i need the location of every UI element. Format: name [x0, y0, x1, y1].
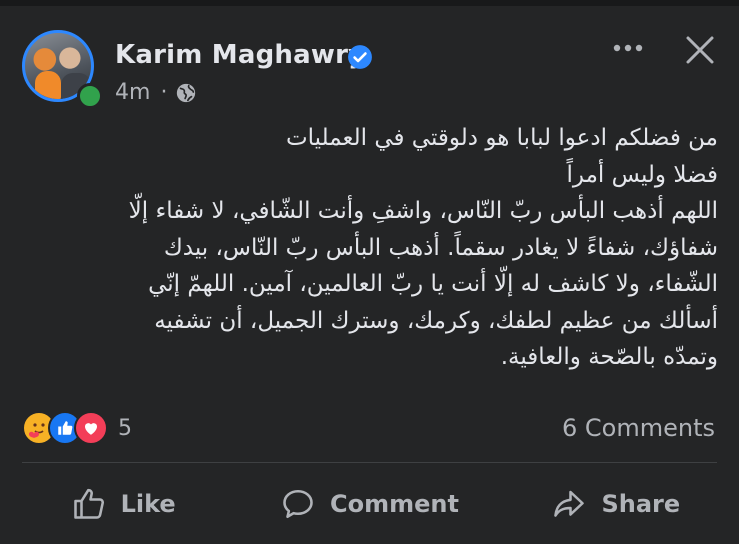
meta-separator: · [160, 80, 168, 105]
share-button[interactable]: Share [493, 478, 739, 530]
post-line: الشّفاء، ولا كاشف له إلّا أنت يا ربّ الع… [148, 271, 718, 297]
thumbs-up-icon [73, 488, 104, 519]
divider [22, 462, 717, 463]
post-line: شفاؤك، شفاءً لا يغادر سقماً. أذهب البأس … [163, 234, 718, 261]
like-button[interactable]: Like [0, 478, 246, 530]
author-name[interactable]: Karim Maghawry [115, 40, 365, 70]
globe-icon[interactable] [175, 82, 197, 104]
post-meta: 4m · [115, 80, 197, 105]
share-icon [554, 490, 585, 517]
comment-icon [283, 489, 313, 519]
love-icon [74, 411, 108, 445]
share-label: Share [601, 490, 681, 518]
avatar[interactable] [22, 30, 103, 109]
top-strip [0, 0, 739, 6]
post-line: من فضلكم ادعوا لبابا هو دلوقتي في العملي… [286, 125, 718, 151]
online-status-dot [77, 83, 103, 109]
comment-label: Comment [330, 490, 459, 518]
comments-count[interactable]: 6 Comments [562, 414, 715, 442]
verified-badge-icon [348, 45, 372, 69]
post-text: من فضلكم ادعوا لبابا هو دلوقتي في العملي… [30, 120, 718, 376]
more-options-icon[interactable] [610, 33, 646, 63]
reaction-count: 5 [118, 415, 132, 441]
post-line: أسألك من عظيم لطفك، وكرمك، وسترك الجميل،… [154, 307, 718, 334]
post-actions: Like Comment Share [0, 478, 739, 530]
post-line: فضلا وليس أمراً [566, 161, 718, 188]
reactions-summary[interactable]: 5 [22, 411, 132, 445]
post-line: وتمدّه بالصّحة والعافية. [500, 344, 718, 370]
like-label: Like [120, 490, 176, 518]
comment-button[interactable]: Comment [246, 478, 492, 530]
post-time[interactable]: 4m [115, 80, 150, 105]
close-icon[interactable] [683, 33, 717, 67]
post-line: اللهم أذهب البأس ربّ النّاس، واشفِ وأنت … [128, 198, 718, 224]
